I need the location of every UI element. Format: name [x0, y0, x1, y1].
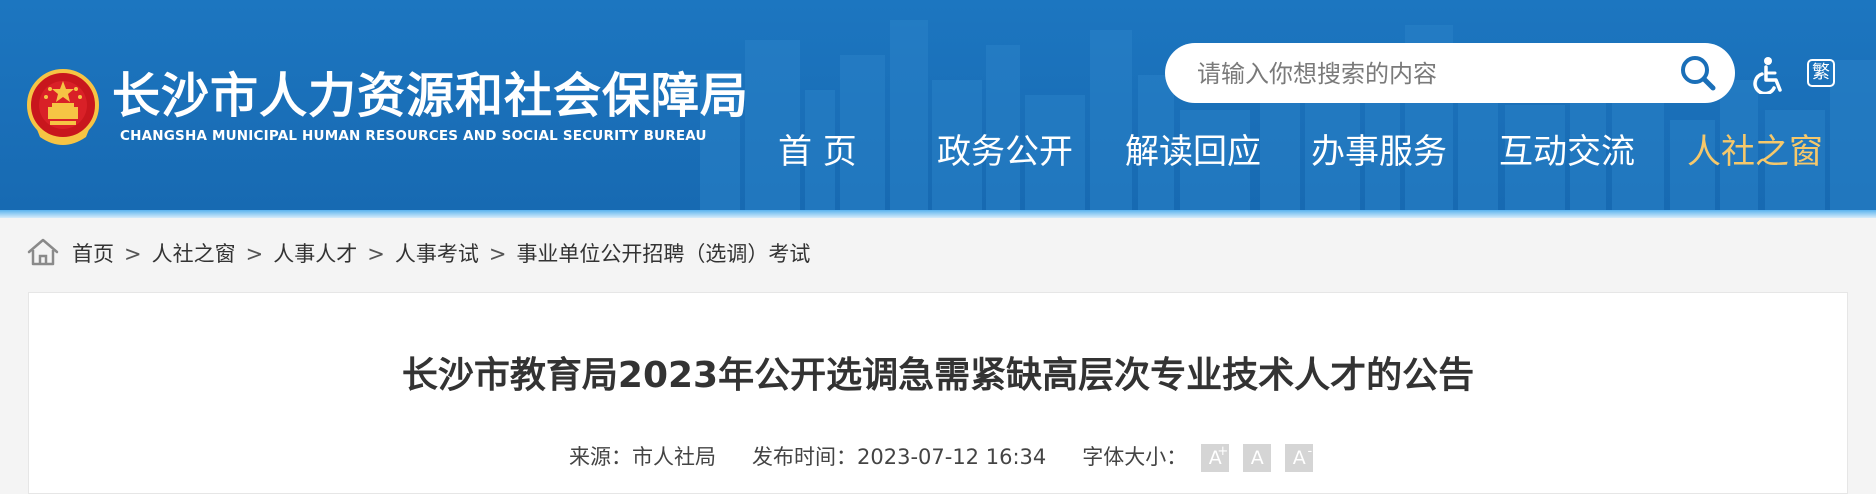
date-value: 2023-07-12 16:34: [857, 445, 1047, 469]
site-title: 长沙市人力资源和社会保障局: [112, 68, 750, 124]
national-emblem-icon: [27, 69, 99, 145]
font-decrease-button[interactable]: A-: [1285, 444, 1314, 472]
site-header: 长沙市人力资源和社会保障局 CHANGSHA MUNICIPAL HUMAN R…: [0, 0, 1876, 210]
source-label: 来源：: [569, 445, 632, 469]
breadcrumb-separator: >: [245, 242, 264, 266]
date-label: 发布时间：: [752, 445, 857, 469]
search-input[interactable]: [1195, 43, 1639, 105]
breadcrumb: 首页 > 人社之窗 > 人事人才 > 人事考试 > 事业单位公开招聘（选调）考试: [72, 238, 810, 270]
nav-services[interactable]: 办事服务: [1311, 128, 1447, 176]
nav-interpretation[interactable]: 解读回应: [1125, 128, 1261, 176]
font-default-label: A: [1250, 447, 1264, 469]
site-subtitle: CHANGSHA MUNICIPAL HUMAN RESOURCES AND S…: [120, 128, 707, 144]
article-source: 来源：市人社局: [569, 441, 716, 473]
breadcrumb-public-recruitment[interactable]: 事业单位公开招聘（选调）考试: [516, 242, 810, 266]
breadcrumb-hr-window[interactable]: 人社之窗: [152, 242, 236, 266]
nav-interaction[interactable]: 互动交流: [1499, 128, 1635, 176]
breadcrumb-separator: >: [367, 242, 385, 266]
traditional-chinese-icon[interactable]: 繁: [1807, 59, 1835, 87]
source-value: 市人社局: [632, 445, 716, 469]
article-meta: 来源：市人社局 发布时间：2023-07-12 16:34 字体大小： A + A A -: [569, 441, 1314, 473]
font-size-label: 字体大小：: [1082, 445, 1188, 469]
article-title: 长沙市教育局2023年公开选调急需紧缺高层次专业技术人才的公告: [401, 355, 1475, 396]
font-decrease-sup: -: [1307, 444, 1313, 459]
nav-government-affairs[interactable]: 政务公开: [937, 128, 1073, 176]
home-icon[interactable]: [26, 236, 60, 268]
accessibility-icon[interactable]: [1748, 56, 1788, 94]
breadcrumb-separator: >: [488, 242, 507, 266]
breadcrumb-personnel-talent[interactable]: 人事人才: [273, 242, 357, 266]
nav-hr-window[interactable]: 人社之窗: [1687, 128, 1823, 176]
font-size-control: 字体大小： A + A A -: [1082, 441, 1314, 473]
font-increase-button[interactable]: A +: [1201, 444, 1230, 472]
search-icon[interactable]: [1679, 55, 1717, 91]
font-default-button[interactable]: A: [1243, 444, 1272, 472]
font-increase-sup: +: [1217, 444, 1229, 459]
search-box: [1165, 43, 1735, 105]
font-decrease-label: A: [1292, 447, 1306, 469]
article-card: 长沙市教育局2023年公开选调急需紧缺高层次专业技术人才的公告 来源：市人社局 发…: [28, 292, 1848, 494]
breadcrumb-separator: >: [124, 242, 142, 266]
article-date: 发布时间：2023-07-12 16:34: [752, 441, 1046, 473]
header-divider: [0, 210, 1876, 218]
nav-home[interactable]: 首 页: [778, 128, 857, 176]
breadcrumb-home[interactable]: 首页: [72, 242, 114, 266]
breadcrumb-personnel-exam[interactable]: 人事考试: [395, 242, 479, 266]
